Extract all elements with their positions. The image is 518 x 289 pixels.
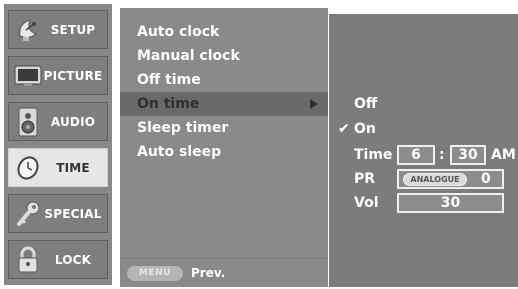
menu-item-label: Auto sleep xyxy=(137,144,222,160)
menu-item-label: On time xyxy=(137,96,200,112)
sidebar-label-lock: LOCK xyxy=(54,252,92,267)
sidebar-item-audio[interactable]: AUDIO xyxy=(8,102,108,141)
menu-footer: MENU Prev. xyxy=(120,258,328,287)
key-icon xyxy=(13,199,43,229)
menu-item-label: Manual clock xyxy=(137,48,240,64)
option-off[interactable]: Off xyxy=(329,93,518,115)
menu-item-manual-clock[interactable]: Manual clock xyxy=(120,44,328,68)
sidebar-item-special[interactable]: SPECIAL xyxy=(8,194,108,233)
time-separator: : xyxy=(439,147,445,163)
tv-screen-icon xyxy=(13,61,43,91)
padlock-icon xyxy=(13,245,43,275)
option-on[interactable]: ✔ On xyxy=(329,118,518,140)
ampm-label[interactable]: AM xyxy=(491,147,516,163)
triangle-right-icon xyxy=(310,99,318,109)
time-label: Time xyxy=(354,147,393,163)
sidebar-item-time[interactable]: TIME xyxy=(8,148,108,187)
time-row: Time 6 : 30 AM xyxy=(329,144,518,166)
on-time-subpanel: Off ✔ On Time 6 : 30 AM PR ANALOGUE 0 Vo… xyxy=(329,14,518,287)
sidebar-label-time: TIME xyxy=(56,160,90,175)
hour-field[interactable]: 6 xyxy=(397,145,435,165)
sidebar-label-picture: PICTURE xyxy=(43,68,103,83)
time-menu-panel: Auto clock Manual clock Off time On time… xyxy=(120,8,328,287)
sidebar-label-special: SPECIAL xyxy=(44,206,102,221)
menu-key-button[interactable]: MENU xyxy=(127,265,183,281)
vol-label: Vol xyxy=(354,195,379,211)
minute-field[interactable]: 30 xyxy=(450,145,486,165)
checkmark-icon: ✔ xyxy=(338,121,350,137)
menu-item-label: Auto clock xyxy=(137,24,220,40)
sidebar-item-setup[interactable]: SETUP xyxy=(8,10,108,49)
vol-row: Vol 30 xyxy=(329,192,518,214)
menu-item-auto-clock[interactable]: Auto clock xyxy=(120,20,328,44)
speaker-icon xyxy=(13,107,43,137)
menu-item-label: Off time xyxy=(137,72,201,88)
menu-item-auto-sleep[interactable]: Auto sleep xyxy=(120,140,328,164)
menu-item-on-time[interactable]: On time xyxy=(120,92,328,116)
menu-item-off-time[interactable]: Off time xyxy=(120,68,328,92)
pr-label: PR xyxy=(354,171,376,187)
menu-item-label: Sleep timer xyxy=(137,120,229,136)
band-badge: ANALOGUE xyxy=(403,172,467,186)
option-off-label: Off xyxy=(354,96,378,112)
satellite-dish-icon xyxy=(13,15,43,45)
pr-value: 0 xyxy=(481,171,491,187)
sidebar-item-picture[interactable]: PICTURE xyxy=(8,56,108,95)
sidebar-label-setup: SETUP xyxy=(50,22,96,37)
category-sidebar: SETUP PICTURE AUDIO TIME SPECIAL LOCK xyxy=(4,4,112,285)
menu-item-sleep-timer[interactable]: Sleep timer xyxy=(120,116,328,140)
option-on-label: On xyxy=(354,121,376,137)
sidebar-label-audio: AUDIO xyxy=(50,114,96,129)
clock-icon xyxy=(13,153,43,183)
vol-field[interactable]: 30 xyxy=(397,193,504,213)
pr-row: PR ANALOGUE 0 xyxy=(329,168,518,190)
pr-field[interactable]: ANALOGUE 0 xyxy=(397,169,504,189)
prev-label: Prev. xyxy=(191,266,226,280)
sidebar-item-lock[interactable]: LOCK xyxy=(8,240,108,279)
